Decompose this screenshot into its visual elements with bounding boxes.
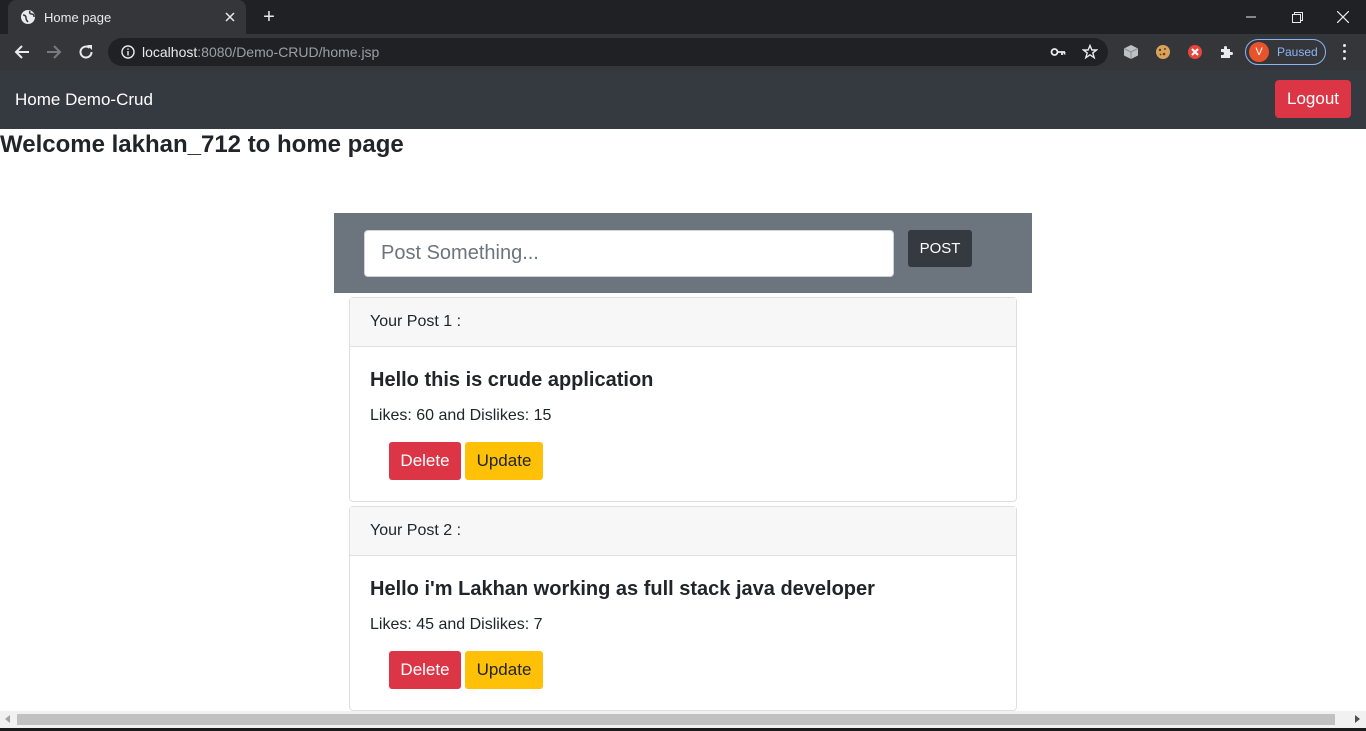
new-tab-icon[interactable]: + [258,7,280,29]
tab-title: Home page [44,9,112,25]
scroll-right-icon[interactable] [1355,715,1360,723]
welcome-heading: Welcome lakhan_712 to home page [0,131,404,158]
url-text: localhost:8080/Demo-CRUD/home.jsp [142,44,379,60]
close-window-icon[interactable] [1320,0,1366,34]
profile-status: Paused [1277,45,1318,59]
post-card-header: Your Post 1 : [350,298,1016,347]
forward-icon[interactable] [40,38,68,66]
url-host: localhost [142,44,198,60]
more-menu-icon[interactable] [1336,42,1352,62]
scrollbar-thumb[interactable] [17,714,1335,725]
cookie-extension-icon[interactable] [1155,44,1171,60]
update-button[interactable]: Update [465,442,543,480]
post-title: Hello this is crude application [370,369,654,391]
post-card: Your Post 2 : Hello i'm Lakhan working a… [349,506,1017,711]
post-composer: POST [334,213,1032,293]
post-input[interactable] [364,230,894,277]
profile-button[interactable]: V Paused [1245,39,1326,65]
browser-tab[interactable]: Home page [8,0,246,34]
post-card: Your Post 1 : Hello this is crude applic… [349,297,1017,502]
post-button[interactable]: POST [908,230,972,267]
scroll-left-icon[interactable] [5,715,10,723]
post-actions: Delete Update [389,442,996,480]
site-navbar: Home Demo-Crud Logout [0,70,1366,129]
cube-extension-icon[interactable] [1123,44,1139,60]
update-button[interactable]: Update [465,651,543,689]
delete-button[interactable]: Delete [389,442,461,480]
reload-icon[interactable] [72,38,100,66]
browser-tab-bar: Home page + [0,0,1366,34]
key-icon[interactable] [1050,44,1066,60]
avatar: V [1249,42,1269,62]
navbar-brand[interactable]: Home Demo-Crud [15,90,153,110]
post-stats: Likes: 45 and Dislikes: 7 [370,616,543,633]
info-icon[interactable] [120,44,136,60]
horizontal-scrollbar[interactable] [0,711,1366,728]
restore-icon[interactable] [1274,0,1320,34]
post-card-body: Hello this is crude application Likes: 6… [350,347,1016,480]
browser-toolbar: localhost:8080/Demo-CRUD/home.jsp V Paus… [0,34,1366,70]
post-stats: Likes: 60 and Dislikes: 15 [370,407,552,424]
post-title: Hello i'm Lakhan working as full stack j… [370,578,875,600]
minimize-icon[interactable] [1228,0,1274,34]
post-card-header: Your Post 2 : [350,507,1016,556]
address-bar[interactable]: localhost:8080/Demo-CRUD/home.jsp [108,38,1108,66]
puzzle-extensions-icon[interactable] [1219,44,1235,60]
tab-close-icon[interactable] [222,9,238,25]
blocker-extension-icon[interactable] [1187,44,1203,60]
globe-icon [20,9,36,25]
back-icon[interactable] [8,38,36,66]
star-icon[interactable] [1082,44,1098,60]
logout-button[interactable]: Logout [1275,80,1351,118]
post-card-body: Hello i'm Lakhan working as full stack j… [350,556,1016,689]
url-path: :8080/Demo-CRUD/home.jsp [197,44,380,60]
post-actions: Delete Update [389,651,996,689]
delete-button[interactable]: Delete [389,651,461,689]
